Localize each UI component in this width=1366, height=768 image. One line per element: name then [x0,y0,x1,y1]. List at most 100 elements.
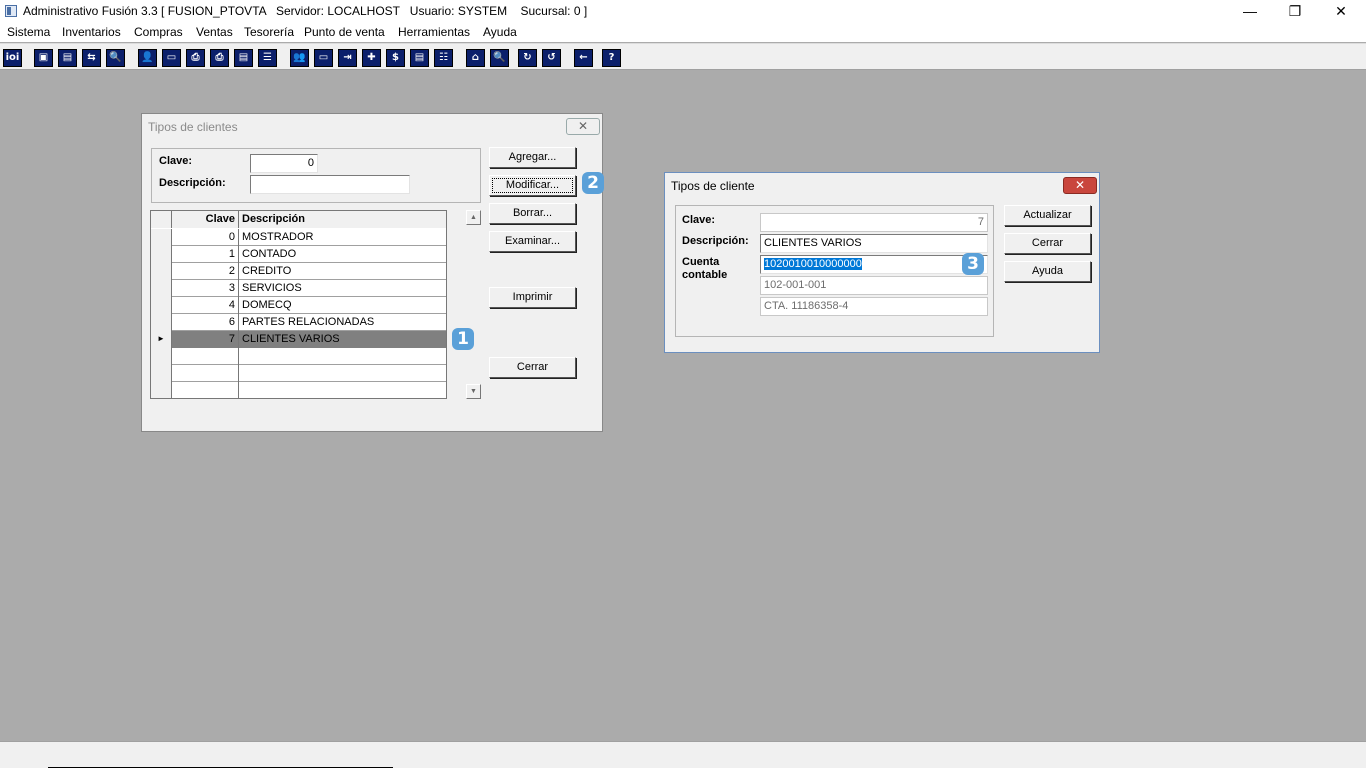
ioi-icon[interactable]: ioi [3,49,22,67]
imprimir-button[interactable]: Imprimir [489,287,576,308]
folder2-icon[interactable]: ▭ [314,49,333,67]
home-icon[interactable]: ⌂ [466,49,485,67]
window-icon[interactable]: ▣ [34,49,53,67]
cell-descripcion: DOMECQ [242,299,292,311]
clave-label: Clave: [682,214,716,226]
col-clave-header[interactable]: Clave [172,211,239,228]
clientes-grid[interactable]: Clave Descripción 0 MOSTRADOR 1 CONTADO … [150,210,447,399]
dialog-caption: Tipos de cliente ✕ [665,173,1099,198]
back-icon[interactable]: ← [574,49,593,67]
cell-descripcion: CREDITO [242,265,292,277]
print-icon[interactable]: ⎙ [210,49,229,67]
descripcion-field[interactable]: CLIENTES VARIOS [760,234,988,253]
help-icon[interactable]: ? [602,49,621,67]
user-icon[interactable]: 👤 [138,49,157,67]
cell-clave: 6 [172,314,239,331]
cerrar-edit-button[interactable]: Cerrar [1004,233,1091,254]
contable-label: contable [682,269,728,281]
modificar-button[interactable]: Modificar... [489,175,576,196]
table-row-empty[interactable] [151,365,446,382]
cell-clave: 7 [172,331,239,348]
descripcion-input[interactable] [250,175,410,194]
filter-group: Clave: 0 Descripción: [151,148,481,203]
print-out-icon[interactable]: ⎙ [186,49,205,67]
table-row[interactable]: 2 CREDITO [151,263,446,280]
cuenta-contable-field[interactable]: 1020010010000000 [760,255,988,274]
cell-descripcion: SERVICIOS [242,282,302,294]
tipo-cliente-edit-dialog: Tipos de cliente ✕ Clave: 7 Descripción:… [664,172,1100,353]
table-row-selected[interactable]: ► 7 CLIENTES VARIOS [151,331,446,348]
table-row-empty[interactable] [151,382,446,398]
dialog-title: Tipos de cliente [671,179,755,193]
menu-sistema[interactable]: Sistema [7,25,50,39]
people-icon[interactable]: 👥 [290,49,309,67]
search-icon[interactable]: 🔍 [106,49,125,67]
cell-descripcion: CONTADO [242,248,297,260]
clave-input[interactable]: 0 [250,154,318,173]
menu-ayuda[interactable]: Ayuda [483,25,517,39]
borrar-button[interactable]: Borrar... [489,203,576,224]
step-badge-3: 3 [962,253,984,275]
menu-inventarios[interactable]: Inventarios [62,25,121,39]
grid-header: Clave Descripción [151,211,446,228]
dialog-caption: Tipos de clientes ✕ [142,114,602,139]
close-icon[interactable]: ✕ [1063,177,1097,194]
table-row[interactable]: 6 PARTES RELACIONADAS [151,314,446,331]
table-row[interactable]: 3 SERVICIOS [151,280,446,297]
menu-punto-de-venta[interactable]: Punto de venta [304,25,385,39]
minimize-button[interactable]: — [1227,0,1273,23]
table-row-empty[interactable] [151,348,446,365]
grid-scrollbar[interactable]: ▲ ▼ [466,210,481,399]
list-icon[interactable]: ☰ [258,49,277,67]
cell-clave: 1 [172,246,239,263]
menu-bar: Sistema Inventarios Compras Ventas Tesor… [0,23,1366,42]
restore-button[interactable]: ❐ [1272,0,1318,23]
menu-herramientas[interactable]: Herramientas [398,25,470,39]
cerrar-button[interactable]: Cerrar [489,357,576,378]
cell-clave: 0 [172,229,239,246]
report-icon[interactable]: ▤ [410,49,429,67]
cell-clave: 4 [172,297,239,314]
export-icon[interactable]: ⇥ [338,49,357,67]
edit-group: Clave: 7 Descripción: CLIENTES VARIOS Cu… [675,205,994,337]
cuenta-codigo-field: 102-001-001 [760,276,988,295]
examinar-button[interactable]: Examinar... [489,231,576,252]
close-window-button[interactable]: ✕ [1318,0,1364,23]
clave-label: Clave: [159,155,193,167]
status-bar [0,741,1366,768]
scroll-up-icon[interactable]: ▲ [466,210,481,225]
agregar-button[interactable]: Agregar... [489,147,576,168]
dialog-title: Tipos de clientes [148,120,238,134]
step-badge-1: 1 [452,328,474,350]
row-pointer-icon: ► [151,331,172,348]
table-row[interactable]: 1 CONTADO [151,246,446,263]
arrows-icon[interactable]: ⇆ [82,49,101,67]
cell-descripcion: MOSTRADOR [242,231,314,243]
trash-icon[interactable]: ▤ [58,49,77,67]
col-descripcion-header[interactable]: Descripción [239,211,446,228]
menu-compras[interactable]: Compras [134,25,183,39]
cuenta-nombre-field: CTA. 11186358-4 [760,297,988,316]
zoom-icon[interactable]: 🔍 [490,49,509,67]
cell-clave: 3 [172,280,239,297]
cell-clave: 2 [172,263,239,280]
app-icon[interactable] [5,5,17,17]
table-row[interactable]: 4 DOMECQ [151,297,446,314]
menu-ventas[interactable]: Ventas [196,25,233,39]
close-icon[interactable]: ✕ [566,118,600,135]
doc-icon[interactable]: ▤ [234,49,253,67]
refresh-icon[interactable]: ↻ [518,49,537,67]
actualizar-button[interactable]: Actualizar [1004,205,1091,226]
ayuda-button[interactable]: Ayuda [1004,261,1091,282]
menu-tesoreria[interactable]: Tesorería [244,25,294,39]
undo-icon[interactable]: ↺ [542,49,561,67]
scroll-down-icon[interactable]: ▼ [466,384,481,399]
table-row[interactable]: 0 MOSTRADOR [151,229,446,246]
cell-descripcion: CLIENTES VARIOS [239,331,446,348]
add-icon[interactable]: ✚ [362,49,381,67]
dollar-icon[interactable]: $ [386,49,405,67]
table-icon[interactable]: ☷ [434,49,453,67]
folder-icon[interactable]: ▭ [162,49,181,67]
window-title: Administrativo Fusión 3.3 [ FUSION_PTOVT… [23,4,588,18]
descripcion-label: Descripción: [159,177,226,189]
